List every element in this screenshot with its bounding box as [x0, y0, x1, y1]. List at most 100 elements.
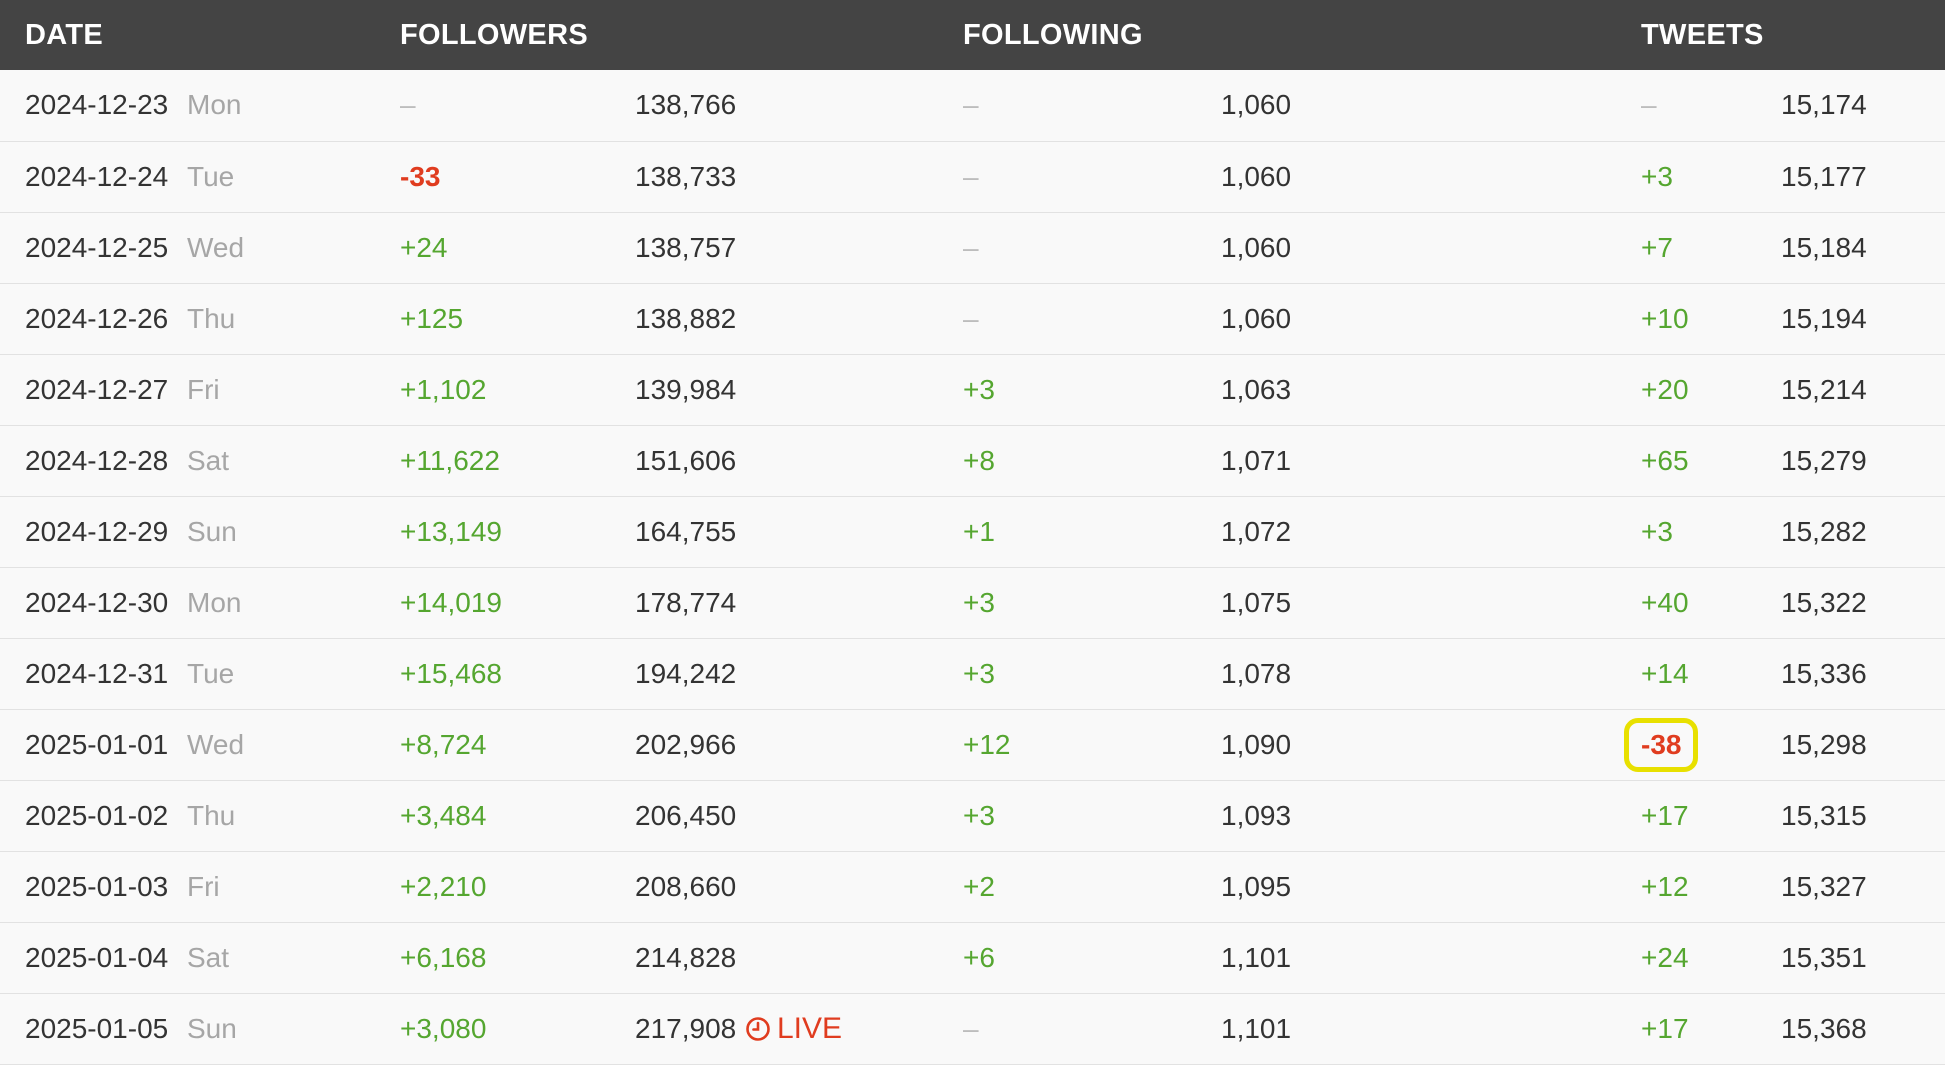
weekday-cell: Thu	[187, 283, 375, 354]
tweets-count-value: 15,351	[1781, 941, 1867, 973]
table-body: 2024-12-23 Mon –138,766–1,060–15,174 2024-1…	[0, 70, 1945, 1064]
following-count-cell: 1,063	[1196, 354, 1616, 425]
table-row: 2024-12-29 Sun +13,149 164,755 +1 1,072 +3 15,2…	[0, 496, 1945, 567]
tweets-count-cell: 15,174	[1756, 70, 1945, 141]
followers-delta-cell: +2,210	[375, 851, 610, 922]
weekday-value: Sat	[187, 941, 230, 973]
table-row: 2024-12-26 Thu +125 138,882 – 1,060 +10 15,194	[0, 283, 1945, 354]
clock-icon	[745, 1016, 771, 1042]
followers-delta-value: +1,102	[400, 373, 487, 405]
following-delta-cell: +2	[938, 851, 1196, 922]
date-cell: 2025-01-04	[0, 922, 187, 993]
following-count-value: 1,063	[1221, 373, 1292, 405]
tweets-delta-value: +7	[1641, 231, 1673, 263]
table-row: 2024-12-31 Tue +15,468 194,242 +3 1,078 +14 15,…	[0, 638, 1945, 709]
weekday-value: Mon	[187, 586, 242, 618]
followers-delta-value: +3,080	[400, 1012, 487, 1044]
followers-delta-value: –	[400, 89, 416, 121]
date-cell: 2024-12-23	[0, 70, 187, 141]
table-row: 2024-12-27 Fri +1,102 139,984 +3 1,063 +20 15,2…	[0, 354, 1945, 425]
weekday-value: Thu	[187, 302, 236, 334]
following-delta-value: +3	[963, 373, 995, 405]
weekday-cell: Wed	[187, 212, 375, 283]
followers-count-value: 178,774	[635, 586, 737, 618]
weekday-value: Tue	[187, 657, 235, 689]
followers-count-cell: 206,450	[610, 780, 938, 851]
date-cell: 2024-12-26	[0, 283, 187, 354]
followers-count-cell: 202,966	[610, 709, 938, 780]
tweets-count-value: 15,282	[1781, 515, 1867, 547]
tweets-delta-value: +10	[1641, 302, 1689, 334]
tweets-delta-cell: +20	[1616, 354, 1756, 425]
following-count-cell: 1,071	[1196, 425, 1616, 496]
table-row: 2024-12-24 Tue -33 138,733 – 1,060 +3 15,177	[0, 141, 1945, 212]
followers-count-cell: 151,606	[610, 425, 938, 496]
following-count-value: 1,072	[1221, 515, 1292, 547]
tweets-count-value: 15,177	[1781, 160, 1867, 192]
weekday-value: Sat	[187, 444, 230, 476]
weekday-cell: Mon	[187, 567, 375, 638]
header-date[interactable]: DATE	[0, 0, 375, 70]
header-tweets[interactable]: TWEETS	[1616, 0, 1945, 70]
followers-delta-cell: +14,019	[375, 567, 610, 638]
tweets-delta-cell: +65	[1616, 425, 1756, 496]
following-count-value: 1,060	[1221, 231, 1292, 263]
date-value: 2024-12-25	[25, 231, 169, 263]
following-delta-cell: +3	[938, 638, 1196, 709]
weekday-cell: Tue	[187, 141, 375, 212]
followers-count-cell: 178,774	[610, 567, 938, 638]
date-value: 2025-01-03	[25, 870, 169, 902]
following-count-cell: 1,101	[1196, 922, 1616, 993]
followers-count-cell: 217,908 LIVE	[610, 993, 938, 1064]
followers-delta-cell: +13,149	[375, 496, 610, 567]
followers-count-cell: 139,984	[610, 354, 938, 425]
followers-delta-cell: –	[375, 70, 610, 141]
following-delta-value: +8	[963, 444, 995, 476]
following-delta-cell: –	[938, 141, 1196, 212]
date-value: 2024-12-23	[25, 89, 169, 121]
date-value: 2024-12-28	[25, 444, 169, 476]
tweets-delta-cell: +3	[1616, 496, 1756, 567]
followers-count-value: 202,966	[635, 728, 737, 760]
followers-count-cell: 138,882	[610, 283, 938, 354]
weekday-value: Fri	[187, 373, 220, 405]
following-delta-cell: –	[938, 70, 1196, 141]
followers-count-cell: 208,660	[610, 851, 938, 922]
followers-delta-cell: +6,168	[375, 922, 610, 993]
tweets-delta-cell: +10	[1616, 283, 1756, 354]
tweets-count-cell: 15,194	[1756, 283, 1945, 354]
tweets-count-value: 15,184	[1781, 231, 1867, 263]
tweets-delta-value: +3	[1641, 160, 1673, 192]
tweets-count-value: 15,194	[1781, 302, 1867, 334]
date-cell: 2025-01-03	[0, 851, 187, 922]
followers-delta-cell: +15,468	[375, 638, 610, 709]
date-cell: 2024-12-24	[0, 141, 187, 212]
table-row: 2024-12-25 Wed +24 138,757 – 1,060 +7 15,184	[0, 212, 1945, 283]
weekday-cell: Fri	[187, 354, 375, 425]
date-cell: 2024-12-28	[0, 425, 187, 496]
tweets-count-cell: 15,336	[1756, 638, 1945, 709]
followers-count-value: 194,242	[635, 657, 737, 689]
followers-count-value: 214,828	[635, 941, 737, 973]
tweets-delta-value: +3	[1641, 515, 1673, 547]
followers-delta-cell: +8,724	[375, 709, 610, 780]
following-count-value: 1,071	[1221, 444, 1292, 476]
following-delta-value: +12	[963, 728, 1011, 760]
tweets-delta-cell: –	[1616, 70, 1756, 141]
tweets-count-cell: 15,351	[1756, 922, 1945, 993]
stats-table: DATE FOLLOWERS FOLLOWING TWEETS 2024-12-…	[0, 0, 1945, 1065]
following-count-cell: 1,093	[1196, 780, 1616, 851]
tweets-count-cell: 15,327	[1756, 851, 1945, 922]
followers-count-value: 164,755	[635, 515, 737, 547]
weekday-cell: Mon	[187, 70, 375, 141]
followers-delta-cell: +3,484	[375, 780, 610, 851]
header-followers[interactable]: FOLLOWERS	[375, 0, 938, 70]
weekday-value: Wed	[187, 728, 245, 760]
header-following[interactable]: FOLLOWING	[938, 0, 1616, 70]
tweets-count-value: 15,368	[1781, 1012, 1867, 1044]
tweets-count-cell: 15,315	[1756, 780, 1945, 851]
followers-count-cell: 138,757	[610, 212, 938, 283]
live-indicator[interactable]: LIVE	[745, 1012, 842, 1046]
followers-delta-value: +3,484	[400, 799, 487, 831]
following-delta-value: –	[963, 89, 979, 121]
